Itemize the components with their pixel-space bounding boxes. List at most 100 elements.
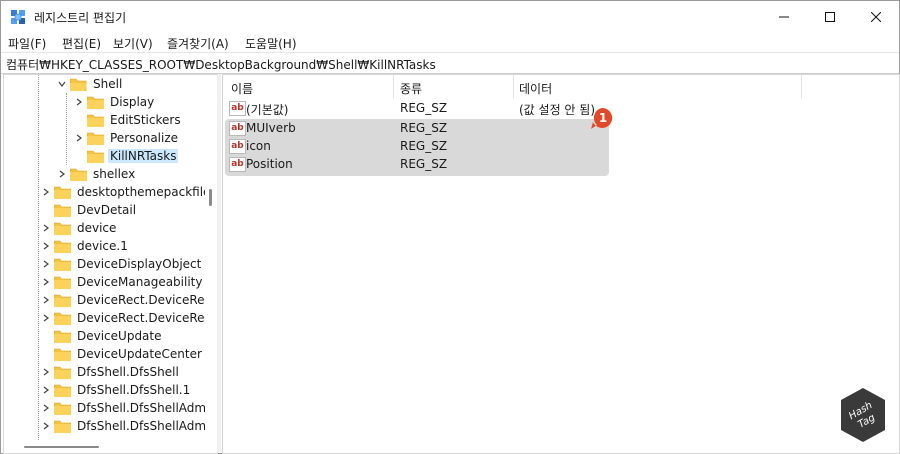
tree-item-label: DfsShell.DfsShell.1 xyxy=(77,383,191,397)
tree-item[interactable]: DeviceUpdate xyxy=(41,327,164,345)
value-row[interactable]: ab MUIverb REG_SZ xyxy=(223,119,823,137)
scrollbar-thumb[interactable] xyxy=(209,189,212,206)
tree-item-label: device xyxy=(77,221,117,235)
chevron-right-icon[interactable] xyxy=(41,311,51,325)
registry-editor-icon xyxy=(11,10,25,24)
tree-item-label: desktopthemepackfile xyxy=(77,185,211,199)
pane-splitter[interactable] xyxy=(217,74,221,452)
no-expander xyxy=(74,149,84,163)
tree-item-killnrtasks[interactable]: KillNRTasks xyxy=(74,147,179,165)
tree-vertical-scrollbar[interactable] xyxy=(205,75,217,440)
column-divider[interactable] xyxy=(513,75,514,99)
registry-editor-window: 레지스트리 편집기 파일(F) 편집(E) 보기(V) 즐겨찾기(A) 도움말(… xyxy=(0,0,900,454)
tree-item-label: EditStickers xyxy=(110,113,181,127)
tree-item[interactable]: DfsShell.DfsShell xyxy=(41,363,181,381)
tree-item[interactable]: DeviceDisplayObject xyxy=(41,255,203,273)
column-header-data[interactable]: 데이터 xyxy=(519,80,552,97)
tree-item[interactable]: DfsShell.DfsShellAdmir xyxy=(41,417,216,435)
tree-item-label: DfsShell.DfsShellAdmir xyxy=(77,401,215,415)
chevron-right-icon[interactable] xyxy=(41,383,51,397)
value-type: REG_SZ xyxy=(400,121,448,135)
tree-item[interactable]: device xyxy=(41,219,118,237)
no-expander xyxy=(41,347,51,361)
no-expander xyxy=(74,113,84,127)
minimize-icon xyxy=(779,16,789,18)
folder-icon xyxy=(53,384,72,397)
folder-icon xyxy=(53,276,72,289)
chevron-right-icon[interactable] xyxy=(74,131,84,145)
tree-item[interactable]: DevDetail xyxy=(41,201,138,219)
no-expander xyxy=(41,203,51,217)
chevron-right-icon[interactable] xyxy=(41,293,51,307)
chevron-right-icon[interactable] xyxy=(74,95,84,109)
tree-item[interactable]: DeviceRect.DeviceRect xyxy=(41,291,217,309)
chevron-right-icon[interactable] xyxy=(57,167,67,181)
tree-item[interactable]: DeviceRect.DeviceRect. xyxy=(41,309,217,327)
menu-help[interactable]: 도움말(H) xyxy=(245,35,297,52)
maximize-button[interactable] xyxy=(807,1,853,33)
column-header-type[interactable]: 종류 xyxy=(400,80,422,97)
chevron-down-icon[interactable] xyxy=(57,77,67,91)
tree-horizontal-scrollbar[interactable] xyxy=(4,440,217,453)
chevron-right-icon[interactable] xyxy=(41,365,51,379)
value-row[interactable]: ab Position REG_SZ xyxy=(223,155,823,173)
chevron-right-icon[interactable] xyxy=(41,185,51,199)
close-button[interactable] xyxy=(853,1,899,33)
tree-item[interactable]: DeviceUpdateCenter xyxy=(41,345,204,363)
string-value-icon: ab xyxy=(229,121,246,136)
tree-item[interactable]: DfsShell.DfsShellAdmir xyxy=(41,399,216,417)
address-path[interactable]: 컴퓨터₩HKEY_CLASSES_ROOT₩DesktopBackground₩… xyxy=(6,56,436,73)
tree-item-shell[interactable]: Shell xyxy=(57,75,124,93)
value-name: Position xyxy=(246,157,293,171)
key-tree-pane[interactable]: Shell Display EditStickers Personalize K… xyxy=(3,74,218,454)
menu-file[interactable]: 파일(F) xyxy=(8,35,46,52)
chevron-right-icon[interactable] xyxy=(41,257,51,271)
chevron-right-icon[interactable] xyxy=(41,221,51,235)
address-bar[interactable]: 컴퓨터₩HKEY_CLASSES_ROOT₩DesktopBackground₩… xyxy=(1,52,899,74)
menu-favorites[interactable]: 즐겨찾기(A) xyxy=(167,35,229,52)
folder-icon xyxy=(53,222,72,235)
scrollbar-thumb[interactable] xyxy=(24,446,99,448)
column-header-name[interactable]: 이름 xyxy=(231,80,253,97)
badge-number: 1 xyxy=(599,111,607,125)
list-header: 이름 종류 데이터 xyxy=(223,75,899,99)
column-divider[interactable] xyxy=(393,75,394,99)
value-data: (값 설정 안 됨) xyxy=(519,103,596,117)
folder-icon xyxy=(86,96,105,109)
folder-icon xyxy=(53,312,72,325)
folder-icon xyxy=(86,132,105,145)
tree-item-display[interactable]: Display xyxy=(74,93,156,111)
values-list-pane[interactable]: 이름 종류 데이터 ab (기본값) REG_SZ (값 설정 안 됨) ab … xyxy=(222,74,900,454)
column-divider[interactable] xyxy=(801,75,802,99)
hashtag-logo-icon: Hash Tag xyxy=(841,388,885,442)
value-row[interactable]: ab (기본값) REG_SZ (값 설정 안 됨) xyxy=(223,99,823,117)
chevron-right-icon[interactable] xyxy=(41,275,51,289)
menu-view[interactable]: 보기(V) xyxy=(113,35,153,52)
tree-item-editstickers[interactable]: EditStickers xyxy=(74,111,183,129)
tree-item-label: device.1 xyxy=(77,239,128,253)
tree-item-label: DfsShell.DfsShell xyxy=(77,365,179,379)
chevron-right-icon[interactable] xyxy=(41,239,51,253)
value-name: MUIverb xyxy=(246,121,296,135)
tree-item[interactable]: DeviceManageability xyxy=(41,273,204,291)
tree-item[interactable]: desktopthemepackfile xyxy=(41,183,212,201)
value-row[interactable]: ab icon REG_SZ xyxy=(223,137,823,155)
maximize-icon xyxy=(825,12,835,22)
tree-item-personalize[interactable]: Personalize xyxy=(74,129,180,147)
minimize-button[interactable] xyxy=(761,1,807,33)
folder-icon xyxy=(53,402,72,415)
tree-guide-line xyxy=(38,75,39,440)
tree-item[interactable]: device.1 xyxy=(41,237,130,255)
chevron-right-icon[interactable] xyxy=(41,419,51,433)
title-bar: 레지스트리 편집기 xyxy=(1,1,899,33)
tree-item-label: shellex xyxy=(93,167,136,181)
folder-icon xyxy=(53,240,72,253)
chevron-right-icon[interactable] xyxy=(41,401,51,415)
tree-item-shellex[interactable]: shellex xyxy=(57,165,137,183)
menu-edit[interactable]: 편집(E) xyxy=(62,35,101,52)
string-value-icon: ab xyxy=(229,101,246,116)
tree-item[interactable]: DfsShell.DfsShell.1 xyxy=(41,381,192,399)
value-name: icon xyxy=(246,139,271,153)
value-type: REG_SZ xyxy=(400,139,448,153)
tree-item-label: DeviceUpdateCenter xyxy=(77,347,202,361)
